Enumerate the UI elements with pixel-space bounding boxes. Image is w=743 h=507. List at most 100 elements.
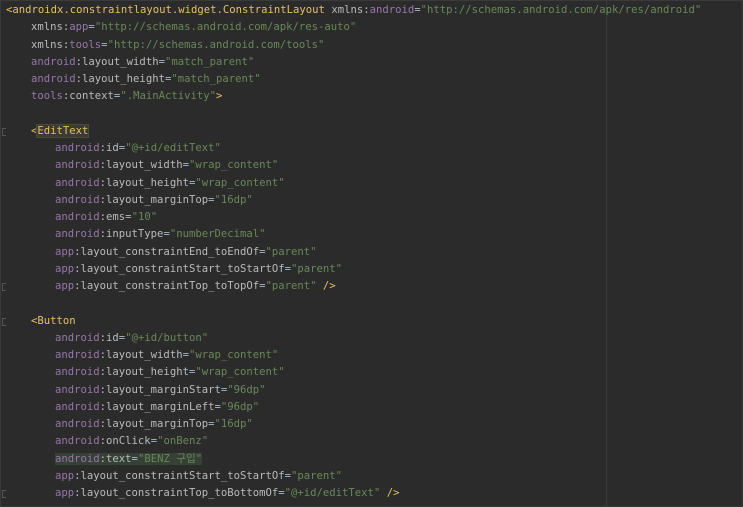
xml-namespace: android <box>55 159 100 172</box>
code-line[interactable]: android:layout_width="match_parent" <box>1 54 701 71</box>
xml-attribute: :ems <box>99 211 126 223</box>
code-line[interactable]: android:layout_height="match_parent" <box>1 71 701 88</box>
code-line[interactable]: android:layout_marginTop="16dp" <box>1 416 701 433</box>
xml-namespace: app <box>55 280 75 292</box>
xml-attribute: :layout_marginTop <box>99 193 209 206</box>
code-line[interactable] <box>1 295 701 312</box>
xml-attribute-value: "match_parent" <box>171 73 261 85</box>
xml-attribute-value: "http://schemas.android.com/tools" <box>107 38 325 51</box>
code-line[interactable]: android:layout_width="wrap_content" <box>1 347 701 364</box>
xml-attribute-value: "wrap_content" <box>195 176 285 189</box>
code-line[interactable]: android:ems="10" <box>1 209 701 226</box>
xml-attribute: xmlns: <box>31 38 70 51</box>
code-line[interactable]: xmlns:tools="http://schemas.android.com/… <box>1 37 701 54</box>
code-editor[interactable]: <androidx.constraintlayout.widget.Constr… <box>0 0 743 507</box>
xml-punctuation: /> <box>386 487 400 499</box>
code-line[interactable] <box>1 106 701 123</box>
xml-namespace: app <box>55 487 75 499</box>
xml-namespace: tools <box>69 38 102 51</box>
xml-punctuation: /> <box>322 280 336 292</box>
code-line[interactable]: <Button <box>1 313 701 330</box>
xml-attribute: :layout_constraintTop_toBottomOf <box>74 487 279 499</box>
xml-attribute: :layout_constraintStart_toStartOf <box>74 469 285 482</box>
xml-attribute-value: "16dp" <box>214 193 253 206</box>
xml-attribute: :layout_height <box>99 366 189 379</box>
xml-attribute-value: "parent" <box>265 280 317 292</box>
xml-attribute: :layout_height <box>75 73 165 85</box>
xml-namespace: android <box>369 4 415 16</box>
xml-namespace: android <box>55 176 100 189</box>
xml-attribute-value: "http://schemas.android.com/apk/res-auto… <box>94 21 357 34</box>
xml-attribute-value: "wrap_content" <box>188 349 279 361</box>
xml-attribute-value: "onBenz" <box>157 435 209 448</box>
xml-namespace: app <box>55 469 75 482</box>
xml-attribute: :id <box>99 331 119 344</box>
xml-attribute-value: "@+id/editText" <box>125 142 221 154</box>
xml-attribute-value: "96dp" <box>220 400 260 413</box>
xml-attribute: :layout_marginStart <box>99 383 221 396</box>
xml-attribute-value: "@+id/editText" <box>284 487 381 499</box>
code-line[interactable]: <androidx.constraintlayout.widget.Constr… <box>1 2 701 19</box>
xml-namespace: android <box>55 383 100 396</box>
code-line[interactable]: app:layout_constraintTop_toTopOf="parent… <box>1 278 701 295</box>
xml-attribute-value: "parent" <box>291 262 343 275</box>
xml-namespace: android <box>55 400 100 413</box>
xml-attribute-value: "http://schemas.android.com/apk/res/andr… <box>420 4 702 16</box>
xml-attribute-value: "10" <box>131 211 158 223</box>
code-line[interactable]: android:id="@+id/editText" <box>1 140 701 157</box>
xml-tag-name: EditText <box>37 124 89 137</box>
xml-attribute-value: "96dp" <box>227 383 266 396</box>
xml-attribute: :inputType <box>99 228 164 241</box>
code-line[interactable]: android:layout_height="wrap_content" <box>1 175 701 192</box>
code-line[interactable]: app:layout_constraintStart_toStartOf="pa… <box>1 468 701 485</box>
code-line[interactable]: tools:context=".MainActivity"> <box>1 88 701 105</box>
xml-attribute-value: "parent" <box>291 469 343 482</box>
xml-namespace: android <box>55 211 100 223</box>
xml-namespace: android <box>55 452 100 465</box>
code-line[interactable]: xmlns:app="http://schemas.android.com/ap… <box>1 19 701 36</box>
xml-attribute-value: "wrap_content" <box>188 159 279 172</box>
xml-attribute: :layout_constraintTop_toTopOf <box>74 280 260 292</box>
xml-namespace: android <box>55 435 100 448</box>
xml-attribute: :layout_constraintStart_toStartOf <box>74 262 285 275</box>
xml-namespace: android <box>55 418 100 430</box>
xml-attribute: :layout_height <box>99 176 189 189</box>
xml-tag-name: Button <box>37 314 76 327</box>
xml-attribute: :context <box>62 90 114 103</box>
xml-namespace: android <box>55 366 100 379</box>
code-line[interactable]: android:layout_marginLeft="96dp" <box>1 399 701 416</box>
xml-code-view[interactable]: <androidx.constraintlayout.widget.Constr… <box>1 2 701 502</box>
code-line[interactable]: app:layout_constraintEnd_toEndOf="parent… <box>1 244 701 261</box>
code-line[interactable]: android:layout_marginTop="16dp" <box>1 192 701 209</box>
code-line[interactable]: app:layout_constraintStart_toStartOf="pa… <box>1 261 701 278</box>
code-text: = <box>131 452 138 465</box>
code-line[interactable]: android:text="BENZ 구입" <box>1 451 701 468</box>
code-line[interactable]: android:onClick="onBenz" <box>1 433 701 450</box>
code-line[interactable]: app:layout_constraintTop_toBottomOf="@+i… <box>1 485 701 502</box>
xml-namespace: app <box>55 262 75 275</box>
xml-attribute-value: "@+id/button" <box>125 331 209 344</box>
xml-attribute: :id <box>99 142 119 154</box>
xml-attribute: :text <box>99 452 132 465</box>
xml-namespace: android <box>55 142 100 154</box>
xml-attribute: :onClick <box>99 435 151 448</box>
code-line[interactable]: <EditText <box>1 123 701 140</box>
xml-namespace: android <box>31 55 76 68</box>
xml-namespace: android <box>55 193 100 206</box>
xml-attribute: :layout_marginLeft <box>99 400 215 413</box>
xml-attribute-value: "parent" <box>265 245 317 258</box>
xml-attribute-value: "wrap_content" <box>195 366 285 379</box>
xml-attribute-value: "numberDecimal" <box>169 228 266 241</box>
code-line[interactable]: android:inputType="numberDecimal" <box>1 226 701 243</box>
code-line[interactable]: android:layout_height="wrap_content" <box>1 364 701 381</box>
xml-namespace: app <box>69 21 89 34</box>
xml-attribute: xmlns: <box>31 21 70 34</box>
xml-namespace: tools <box>31 90 63 103</box>
code-line[interactable]: android:layout_width="wrap_content" <box>1 157 701 174</box>
xml-attribute-value: "BENZ 구입" <box>137 452 203 465</box>
code-line[interactable]: android:layout_marginStart="96dp" <box>1 382 701 399</box>
xml-tag-name: androidx.constraintlayout.widget.Constra… <box>12 4 325 16</box>
xml-namespace: app <box>55 245 75 258</box>
code-line[interactable]: android:id="@+id/button" <box>1 330 701 347</box>
xml-namespace: android <box>55 331 100 344</box>
